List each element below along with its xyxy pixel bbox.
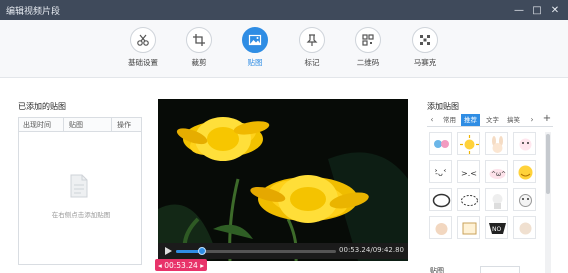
pin-icon [299,27,325,53]
tool-label: 贴图 [247,58,263,67]
tab-text[interactable]: 文字 [483,114,502,126]
tab-common[interactable]: 常用 [440,114,459,126]
column-divider [63,118,64,131]
column-header-time: 出现时间 [23,121,51,129]
tool-mosaic[interactable]: 马赛克 [397,27,453,75]
tool-crop[interactable]: 裁剪 [171,27,227,75]
tool-label: 马赛克 [413,58,437,67]
added-stickers-table: 出现时间 贴图 操作 在右侧点击添加贴图 [18,117,142,265]
sticker-tabs: ‹ 常用 推荐 文字 搞笑 › + [427,112,553,127]
sticker-item[interactable] [457,132,480,155]
empty-document-icon [69,174,89,198]
bottom-label: 贴图 [430,267,444,273]
column-divider [111,118,112,131]
column-header-sticker: 贴图 [69,121,83,129]
chevron-left-icon[interactable]: ‹ [427,114,437,125]
crop-icon [186,27,212,53]
flower-image [158,99,408,261]
sticker-item[interactable] [513,132,536,155]
tool-label: 基础设置 [128,58,158,67]
maximize-button[interactable]: □ [528,0,546,20]
progress-bar[interactable] [176,247,336,255]
sticker-item[interactable] [513,188,536,211]
minimize-button[interactable]: — [510,0,528,20]
play-icon[interactable] [163,246,173,259]
tool-label: 裁剪 [191,58,207,67]
sticker-item[interactable] [457,188,480,211]
mosaic-icon [412,27,438,53]
sticker-item[interactable]: >.< [457,160,480,183]
tool-mark[interactable]: 标记 [284,27,340,75]
sticker-item[interactable]: ˃̵ᴗ˂ [429,160,452,183]
scissors-icon [130,27,156,53]
table-header: 出现时间 贴图 操作 [19,118,141,132]
close-button[interactable]: ✕ [546,0,564,20]
video-preview[interactable] [158,99,408,261]
tool-label: 标记 [304,58,320,67]
marker-right-arrow-icon[interactable]: ▸ [200,261,204,270]
added-stickers-title: 已添加的贴图 [18,102,66,111]
svg-text:NO: NO [492,226,501,233]
sticker-item[interactable] [429,188,452,211]
empty-state-text: 在右侧点击添加贴图 [51,211,111,219]
tab-recommended[interactable]: 推荐 [461,114,480,126]
sticker-item[interactable] [485,188,508,211]
sticker-library: ‹ 常用 推荐 文字 搞笑 › + ˃̵ᴗ˂ >.< ^ω^ NO [427,112,553,273]
sticker-item[interactable] [429,216,452,239]
toolbar: 基础设置 裁剪 贴图 标记 二维码 马赛克 [0,20,568,78]
window-title: 编辑视频片段 [6,7,61,17]
sticker-item[interactable]: NO [485,216,508,239]
add-sticker-button[interactable]: + [541,113,553,126]
title-bar: 编辑视频片段 — □ ✕ [0,0,568,20]
sticker-scrollbar[interactable] [545,132,551,273]
tab-funny[interactable]: 搞笑 [504,114,523,126]
sticker-item[interactable] [429,132,452,155]
add-sticker-title: 添加贴图 [427,102,459,111]
marker-left-arrow-icon[interactable]: ◂ [158,261,162,270]
tool-basic-settings[interactable]: 基础设置 [115,27,171,75]
chevron-right-icon[interactable]: › [527,114,537,125]
svg-text:>.<: >.< [461,169,477,178]
player-controls: 00:53.24/09:42.80 [158,243,408,259]
scrollbar-thumb[interactable] [546,134,550,194]
tool-sticker[interactable]: 贴图 [227,27,283,75]
image-icon [242,27,268,53]
sticker-item[interactable] [513,160,536,183]
bottom-field[interactable] [480,266,520,273]
svg-text:^ω^: ^ω^ [491,171,506,178]
marker-time: 00:53.24 [164,260,198,270]
tool-label: 二维码 [356,58,380,67]
time-display: 00:53.24/09:42.80 [339,246,404,254]
svg-text:˃̵ᴗ˂: ˃̵ᴗ˂ [434,168,447,178]
sticker-item[interactable] [457,216,480,239]
progress-handle[interactable] [197,247,206,255]
time-marker[interactable]: ◂ 00:53.24 ▸ [155,259,207,271]
sticker-item[interactable] [513,216,536,239]
tool-qrcode[interactable]: 二维码 [340,27,396,75]
column-header-action: 操作 [117,121,131,129]
sticker-item[interactable]: ^ω^ [485,160,508,183]
sticker-item[interactable] [485,132,508,155]
qrcode-icon [355,27,381,53]
